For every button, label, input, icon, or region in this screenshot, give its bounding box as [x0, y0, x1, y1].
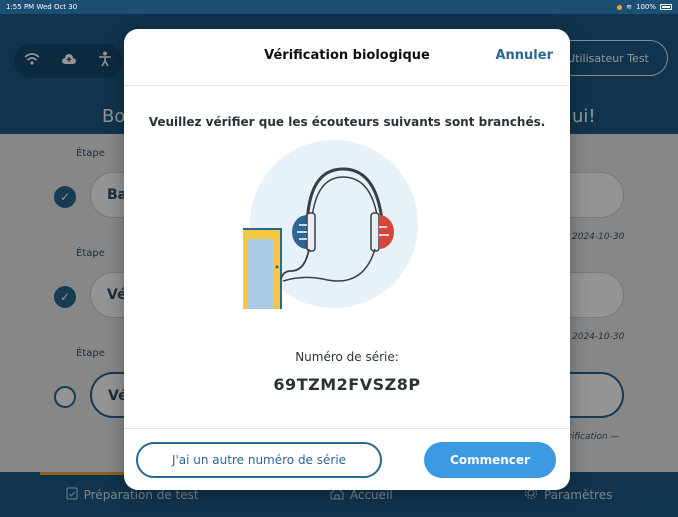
battery-icon	[660, 4, 672, 10]
other-serial-button[interactable]: J'ai un autre numéro de série	[136, 442, 382, 478]
wifi-status-icon: ≋	[626, 3, 632, 11]
serial-number-value: 69TZM2FVSZ8P	[273, 375, 421, 394]
status-indicators: ≋ 100%	[617, 3, 672, 11]
status-time-date: 1:55 PM Wed Oct 30	[6, 3, 77, 11]
serial-number-label: Numéro de série:	[295, 350, 399, 364]
modal-footer: J'ai un autre numéro de série Commencer	[124, 428, 570, 490]
status-date: Wed Oct 30	[36, 3, 78, 11]
headphones-illustration	[238, 139, 425, 312]
verification-modal: Vérification biologique Annuler Veuillez…	[124, 29, 570, 490]
headphones-icon	[238, 140, 418, 312]
status-bar: 1:55 PM Wed Oct 30 ≋ 100%	[0, 0, 678, 14]
status-time: 1:55 PM	[6, 3, 35, 11]
instruction-text: Veuillez vérifier que les écouteurs suiv…	[148, 115, 546, 129]
recording-dot-icon	[617, 4, 623, 10]
cancel-button[interactable]: Annuler	[495, 48, 553, 63]
battery-percent: 100%	[635, 3, 656, 11]
start-button[interactable]: Commencer	[424, 442, 556, 478]
modal-header: Vérification biologique Annuler	[124, 29, 570, 86]
